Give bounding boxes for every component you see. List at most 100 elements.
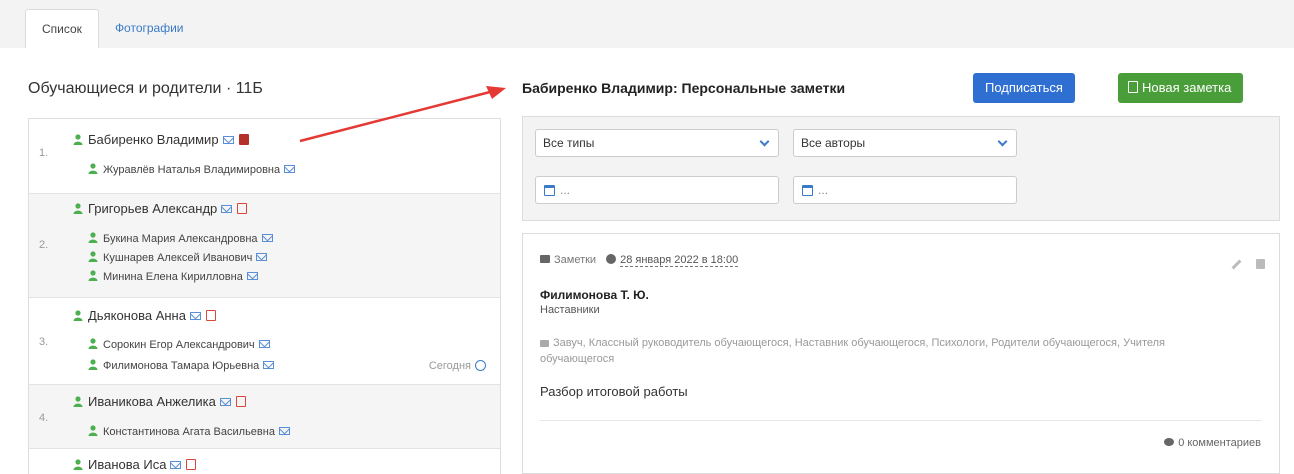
clock-icon xyxy=(475,360,486,371)
clock-icon xyxy=(606,254,617,264)
parent-name[interactable]: Константинова Агата Васильевна xyxy=(88,425,290,438)
mail-icon[interactable] xyxy=(284,165,296,173)
parent-name[interactable]: Букина Мария Александровна xyxy=(88,232,273,245)
filters-panel: Все типы Все авторы ... ... xyxy=(522,116,1280,221)
student-name[interactable]: Бабиренко Владимир xyxy=(73,132,249,147)
note-meta: Заметки 28 января 2022 в 18:00 xyxy=(540,254,739,267)
parent-name[interactable]: Кушнарев Алексей Иванович xyxy=(88,251,268,264)
type-select-value: Все типы xyxy=(543,136,595,150)
student-name[interactable]: Иванова Иса xyxy=(73,457,197,472)
person-icon xyxy=(88,359,98,370)
calendar-icon xyxy=(544,185,555,196)
person-icon xyxy=(73,459,83,470)
type-select[interactable]: Все типы xyxy=(535,129,779,157)
date-to-input[interactable]: ... xyxy=(793,176,1017,204)
trash-icon[interactable] xyxy=(1256,259,1265,269)
item-number: 3. xyxy=(39,336,49,348)
parent-name[interactable]: Минина Елена Кирилловна xyxy=(88,270,258,283)
today-badge: Сегодня xyxy=(429,360,486,372)
student-name-text: Иванова Иса xyxy=(88,457,167,472)
comment-icon xyxy=(1164,438,1175,446)
students-list-title: Обучающиеся и родители · 11Б xyxy=(28,80,263,97)
new-note-button[interactable]: Новая заметка xyxy=(1118,73,1244,103)
parent-name-text: Минина Елена Кирилловна xyxy=(103,271,243,283)
note-icon[interactable] xyxy=(186,459,197,470)
tab-photos[interactable]: Фотографии xyxy=(99,9,200,48)
person-icon xyxy=(73,310,83,321)
mail-icon[interactable] xyxy=(256,253,268,261)
chevron-down-icon xyxy=(997,136,1008,147)
new-note-label: Новая заметка xyxy=(1142,80,1232,95)
mail-icon[interactable] xyxy=(261,234,273,242)
list-item: 4. Иваникова Анжелика Константинова Агат… xyxy=(29,385,500,449)
list-item: 3. Дьяконова Анна Сорокин Егор Александр… xyxy=(29,298,500,385)
mail-icon[interactable] xyxy=(278,427,290,435)
author-select[interactable]: Все авторы xyxy=(793,129,1017,157)
divider xyxy=(540,420,1262,421)
date-from-input[interactable]: ... xyxy=(535,176,779,204)
parent-name[interactable]: Журавлёв Наталья Владимировна xyxy=(88,163,296,176)
parent-name[interactable]: Филимонова Тамара Юрьевна xyxy=(88,359,275,372)
tab-bar: Список Фотографии xyxy=(25,9,200,48)
document-plus-icon xyxy=(1128,81,1138,93)
note-text: Разбор итоговой работы xyxy=(540,384,688,399)
student-name[interactable]: Дьяконова Анна xyxy=(73,308,216,323)
comments-link[interactable]: 0 комментариев xyxy=(1164,437,1261,449)
item-number: 2. xyxy=(39,239,49,251)
person-icon xyxy=(88,338,98,349)
chevron-down-icon xyxy=(759,136,770,147)
person-icon xyxy=(73,134,83,145)
person-icon xyxy=(88,232,98,243)
note-icon[interactable] xyxy=(235,396,246,407)
mail-icon[interactable] xyxy=(189,312,201,320)
notes-title: Бабиренко Владимир: Персональные заметки xyxy=(522,80,846,96)
date-from-placeholder: ... xyxy=(560,183,571,197)
note-access: Завуч, Классный руководитель обучающегос… xyxy=(540,335,1190,367)
mail-icon[interactable] xyxy=(263,361,275,369)
students-list: 1. Бабиренко Владимир Журавлёв Наталья В… xyxy=(28,118,501,474)
student-name-text: Григорьев Александр xyxy=(88,201,218,216)
calendar-icon xyxy=(802,185,813,196)
note-author-role: Наставники xyxy=(540,304,600,316)
lock-icon xyxy=(540,340,549,347)
note-icon[interactable] xyxy=(237,203,248,214)
note-icon[interactable] xyxy=(205,310,216,321)
person-icon xyxy=(88,163,98,174)
mail-icon[interactable] xyxy=(246,272,258,280)
note-card: Заметки 28 января 2022 в 18:00 Филимонова… xyxy=(522,233,1280,474)
mail-icon[interactable] xyxy=(258,340,270,348)
person-icon xyxy=(88,251,98,262)
parent-name-text: Филимонова Тамара Юрьевна xyxy=(103,360,260,372)
mail-icon[interactable] xyxy=(219,398,231,406)
student-name[interactable]: Иваникова Анжелика xyxy=(73,394,246,409)
list-item: Иванова Иса xyxy=(29,449,500,474)
mail-icon[interactable] xyxy=(170,461,182,469)
note-access-text: Завуч, Классный руководитель обучающегос… xyxy=(540,337,1165,365)
mail-icon[interactable] xyxy=(222,136,234,144)
student-name[interactable]: Григорьев Александр xyxy=(73,201,248,216)
note-icon[interactable] xyxy=(238,134,249,145)
note-date[interactable]: 28 января 2022 в 18:00 xyxy=(620,254,739,267)
person-icon xyxy=(73,396,83,407)
comments-count: 0 комментариев xyxy=(1178,437,1261,449)
note-category: Заметки xyxy=(554,254,597,266)
list-item: 1. Бабиренко Владимир Журавлёв Наталья В… xyxy=(29,119,500,194)
person-icon xyxy=(88,270,98,281)
parent-name-text: Константинова Агата Васильевна xyxy=(103,426,275,438)
note-author: Филимонова Т. Ю. xyxy=(540,288,649,302)
pencil-icon[interactable] xyxy=(1231,259,1242,270)
mail-icon[interactable] xyxy=(221,205,233,213)
student-name-text: Иваникова Анжелика xyxy=(88,394,216,409)
parent-name-text: Букина Мария Александровна xyxy=(103,233,258,245)
item-number: 1. xyxy=(39,147,49,159)
tab-list[interactable]: Список xyxy=(25,9,99,48)
parent-name[interactable]: Сорокин Егор Александрович xyxy=(88,338,270,351)
person-icon xyxy=(88,425,98,436)
date-to-placeholder: ... xyxy=(818,183,829,197)
today-text: Сегодня xyxy=(428,360,471,372)
parent-name-text: Сорокин Егор Александрович xyxy=(103,339,255,351)
student-name-text: Дьяконова Анна xyxy=(88,308,186,323)
annotation-arrow-head xyxy=(486,86,506,99)
subscribe-button[interactable]: Подписаться xyxy=(973,73,1075,103)
person-icon xyxy=(73,203,83,214)
